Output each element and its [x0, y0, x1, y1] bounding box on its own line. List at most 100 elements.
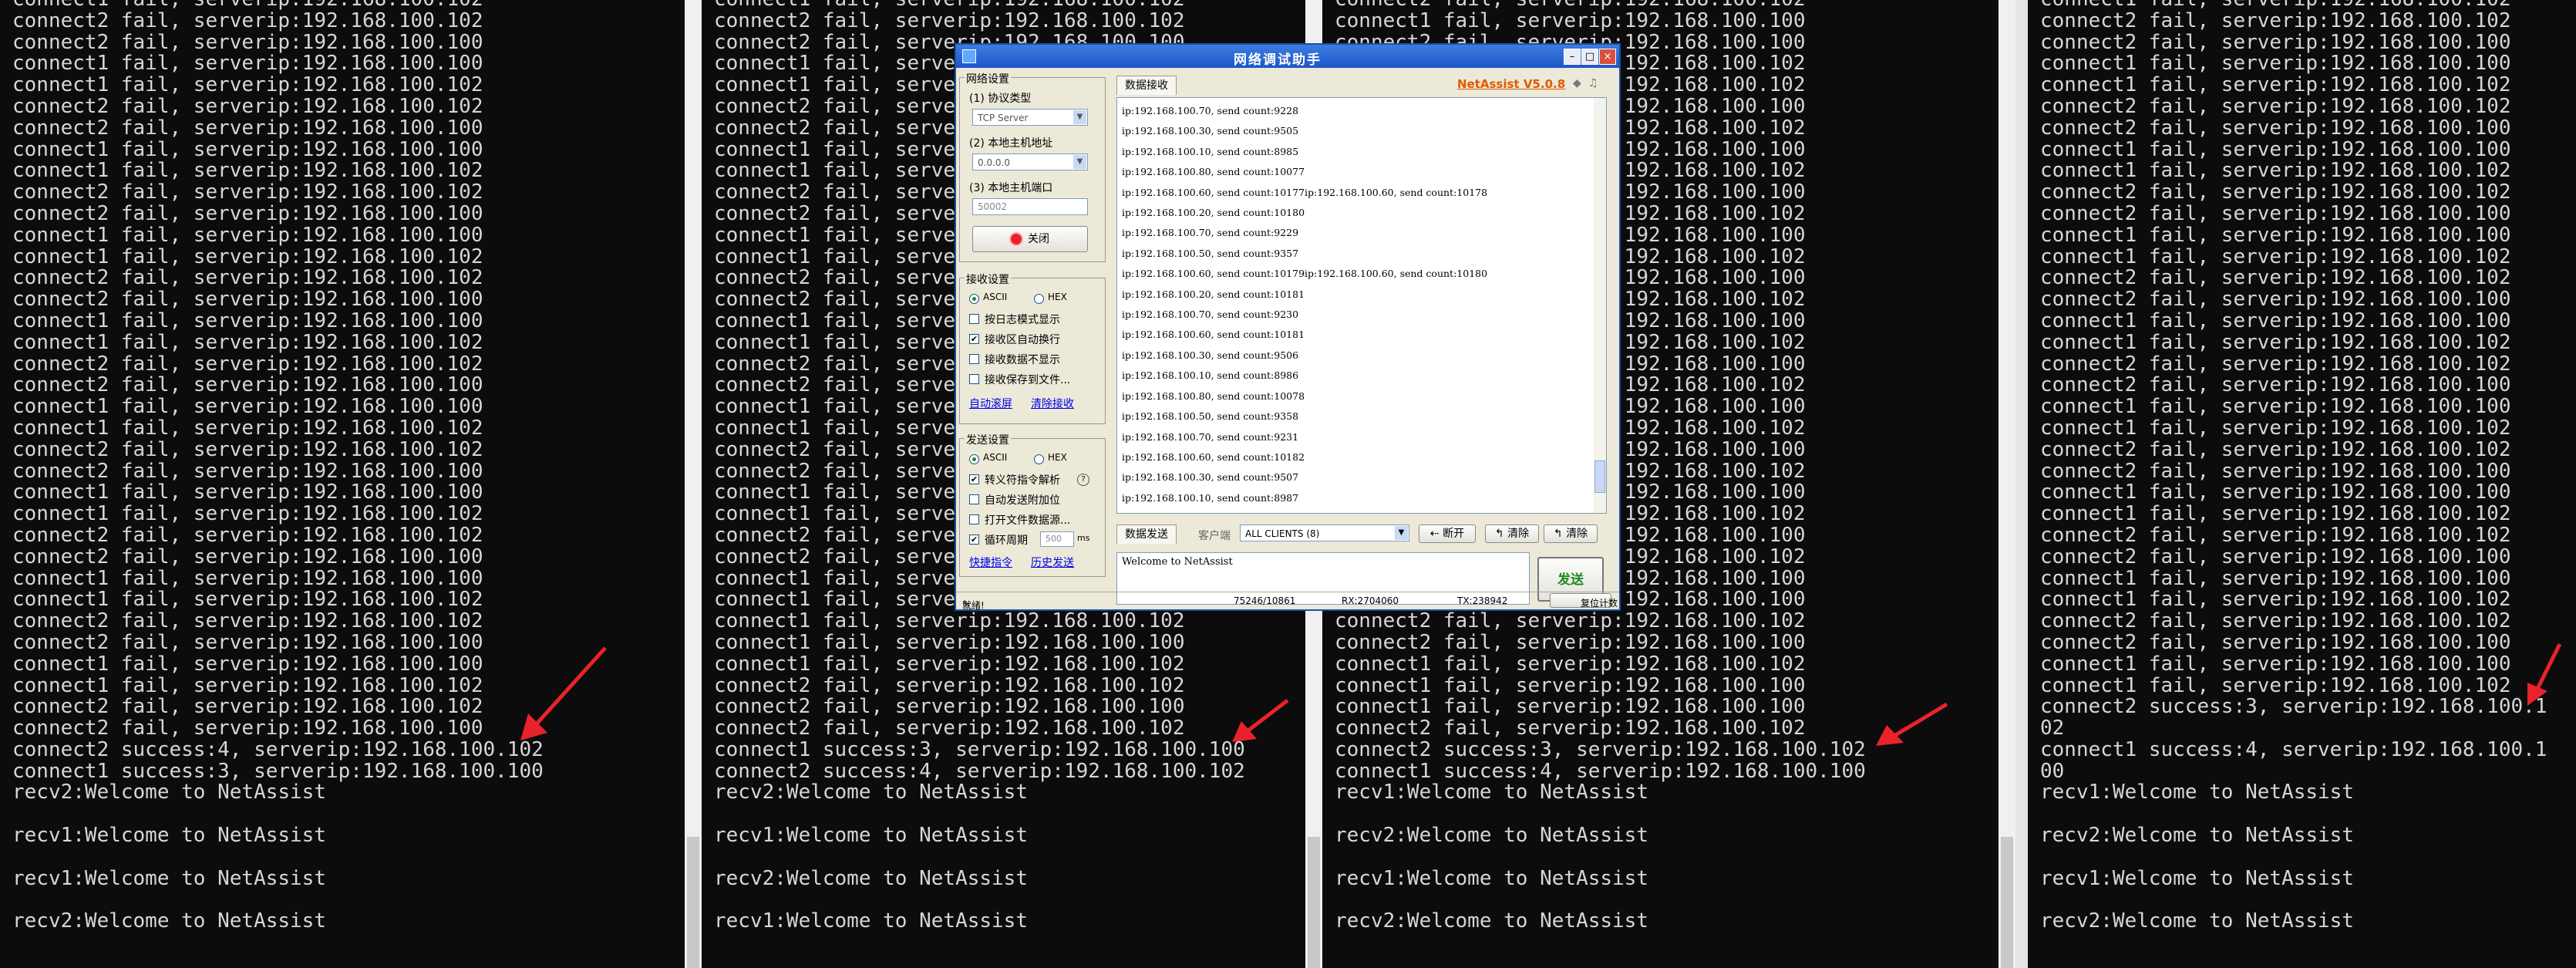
reset-count-button[interactable]: 复位计数 [1550, 593, 1618, 609]
terminal-line: connect2 fail, serverip:192.168.100.100 [12, 717, 483, 740]
port-input[interactable]: 50002 [972, 198, 1088, 215]
file-source-checkbox[interactable] [969, 514, 979, 524]
recv-line: ip:192.168.100.20, send count:10181 [1122, 288, 1305, 300]
escape-parse-checkbox[interactable]: ✔ [969, 474, 979, 484]
quick-commands-link[interactable]: 快捷指令 [969, 555, 1012, 570]
host-select[interactable]: 0.0.0.0 ▼ [972, 153, 1088, 170]
recv-hex-radio[interactable] [1034, 294, 1044, 304]
terminal-line: connect1 fail, serverip:192.168.100.100 [2040, 566, 2511, 590]
terminal-line: connect1 fail, serverip:192.168.100.100 [12, 309, 483, 332]
terminal-line: connect1 fail, serverip:192.168.100.102 [2040, 245, 2511, 268]
recv-tab[interactable]: 数据接收 [1116, 76, 1177, 95]
send-tab[interactable]: 数据发送 [1116, 524, 1177, 544]
client-select[interactable]: ALL CLIENTS (8) ▼ [1240, 524, 1409, 541]
client-label: 客户端 [1198, 530, 1231, 542]
send-hex-radio[interactable] [1034, 454, 1044, 464]
clear-recv-link[interactable]: 清除接收 [1031, 396, 1074, 411]
terminal-line: connect2 fail, serverip:192.168.100.102 [1335, 717, 1806, 740]
terminal-line: connect1 fail, serverip:192.168.100.100 [2040, 223, 2511, 247]
terminal-pane-1: connect1 fail, serverip:192.168.100.102c… [0, 0, 685, 968]
terminal-line: connect1 success:3, serverip:192.168.100… [12, 759, 544, 783]
disconnect-button[interactable]: ⇠ 断开 [1419, 524, 1476, 543]
loop-period-checkbox[interactable]: ✔ [969, 535, 979, 545]
close-connection-button[interactable]: 关闭 [972, 226, 1088, 252]
terminal-line: recv1:Welcome to NetAssist [714, 909, 1028, 933]
terminal-line: connect1 success:4, serverip:192.168.100… [2040, 737, 2547, 761]
auto-append-checkbox[interactable] [969, 494, 979, 504]
help-icon[interactable]: ? [1077, 474, 1089, 486]
clear-button-1[interactable]: ↰ 清除 [1485, 524, 1539, 543]
group-title: 发送设置 [965, 432, 1011, 447]
escape-parse-label: 转义符指令解析 [985, 474, 1060, 487]
log-mode-checkbox[interactable] [969, 314, 979, 324]
netassist-window[interactable]: 网络调试助手 – □ × 网络设置 (1) 协议类型 TCP Server ▼ (… [955, 43, 1621, 611]
terminal-line: connect2 fail, serverip:192.168.100.100 [12, 116, 483, 140]
pane-gap [2015, 0, 2028, 968]
recv-line: ip:192.168.100.80, send count:10079 [1117, 508, 1606, 513]
terminal-line: connect2 success:3, serverip:192.168.100… [1335, 737, 1866, 761]
scrollbar-thumb[interactable] [1308, 837, 1320, 968]
terminal-line: connect1 fail, serverip:192.168.100.102 [2040, 502, 2511, 526]
terminal-line: recv1:Welcome to NetAssist [2040, 866, 2354, 890]
terminal-line: 02 [2040, 717, 2065, 740]
terminal-pane-4: connect1 fail, serverip:192.168.100.102c… [2028, 0, 2576, 968]
terminal-line: connect2 fail, serverip:192.168.100.100 [12, 630, 483, 654]
terminal-line: connect1 fail, serverip:192.168.100.102 [12, 245, 483, 268]
clear-button-2[interactable]: ↰ 清除 [1544, 524, 1598, 543]
recv-line: ip:192.168.100.70, send count:9230 [1122, 309, 1299, 321]
terminal-line: recv2:Welcome to NetAssist [12, 781, 326, 804]
recv-data-area[interactable]: ip:192.168.100.70, send count:9228 ip:192… [1116, 97, 1607, 514]
terminal-line: connect1 fail, serverip:192.168.100.100 [12, 395, 483, 419]
close-icon[interactable]: × [1599, 49, 1616, 65]
terminal-line: connect1 fail, serverip:192.168.100.100 [12, 223, 483, 247]
settings-panel: 网络设置 (1) 协议类型 TCP Server ▼ (2) 本地主机地址 0.0… [959, 71, 1107, 595]
recv-line: ip:192.168.100.70, send count:9231 [1122, 430, 1299, 443]
save-to-file-label: 接收保存到文件... [985, 374, 1071, 386]
protocol-select[interactable]: TCP Server ▼ [972, 109, 1088, 126]
terminal-line: recv1:Welcome to NetAssist [1335, 781, 1648, 804]
terminal-line: connect1 fail, serverip:192.168.100.100 [12, 137, 483, 161]
brand-label: NetAssist V5.0.8 [1457, 77, 1566, 91]
send-history-link[interactable]: 历史发送 [1031, 555, 1074, 570]
terminal-line: connect1 fail, serverip:192.168.100.102 [12, 673, 483, 697]
terminal-line: connect2 fail, serverip:192.168.100.102 [2040, 523, 2511, 547]
hide-data-checkbox[interactable] [969, 354, 979, 364]
auto-wrap-checkbox[interactable]: ✔ [969, 334, 979, 344]
scrollbar-thumb[interactable] [1594, 460, 1605, 493]
terminal-line: connect1 fail, serverip:192.168.100.100 [1335, 673, 1806, 697]
terminal-line: connect2 fail, serverip:192.168.100.100 [12, 545, 483, 568]
terminal-line: connect2 fail, serverip:192.168.100.100 [12, 30, 483, 54]
terminal-scrollbar-1[interactable] [685, 0, 702, 968]
send-ascii-radio[interactable] [969, 454, 979, 464]
host-label: (2) 本地主机地址 [969, 137, 1053, 150]
save-to-file-checkbox[interactable] [969, 374, 979, 384]
chevron-down-icon: ▼ [1395, 526, 1408, 540]
auto-append-label: 自动发送附加位 [985, 494, 1060, 507]
status-tx: TX:238942 [1457, 595, 1508, 606]
terminal-line: connect1 fail, serverip:192.168.100.102 [2040, 588, 2511, 612]
recv-ascii-radio[interactable] [969, 294, 979, 304]
period-input[interactable]: 500 [1040, 531, 1074, 547]
title-bar[interactable]: 网络调试助手 – □ × [956, 45, 1619, 68]
recv-scrollbar[interactable] [1594, 98, 1606, 513]
terminal-line: connect2 fail, serverip:192.168.100.100 [2040, 545, 2511, 568]
disconnect-icon: ⇠ [1429, 528, 1443, 540]
scrollbar-thumb[interactable] [2001, 837, 2013, 968]
terminal-line: connect1 fail, serverip:192.168.100.100 [2040, 481, 2511, 504]
app-icon [962, 49, 976, 63]
auto-scroll-link[interactable]: 自动滚屏 [969, 396, 1012, 411]
terminal-line: connect2 success:3, serverip:192.168.100… [2040, 695, 2547, 719]
pin-icon[interactable]: ◆ [1573, 77, 1581, 89]
bell-icon[interactable]: ♫ [1588, 77, 1598, 89]
minimize-icon[interactable]: – [1564, 49, 1581, 65]
terminal-scrollbar-3[interactable] [1999, 0, 2015, 968]
maximize-icon[interactable]: □ [1581, 49, 1598, 65]
log-mode-label: 按日志模式显示 [985, 314, 1060, 326]
annotation-arrow-1 [520, 646, 607, 740]
terminal-line: connect1 fail, serverip:192.168.100.102 [12, 159, 483, 183]
scrollbar-thumb[interactable] [687, 837, 699, 968]
terminal-line: connect2 fail, serverip:192.168.100.102 [714, 8, 1185, 32]
